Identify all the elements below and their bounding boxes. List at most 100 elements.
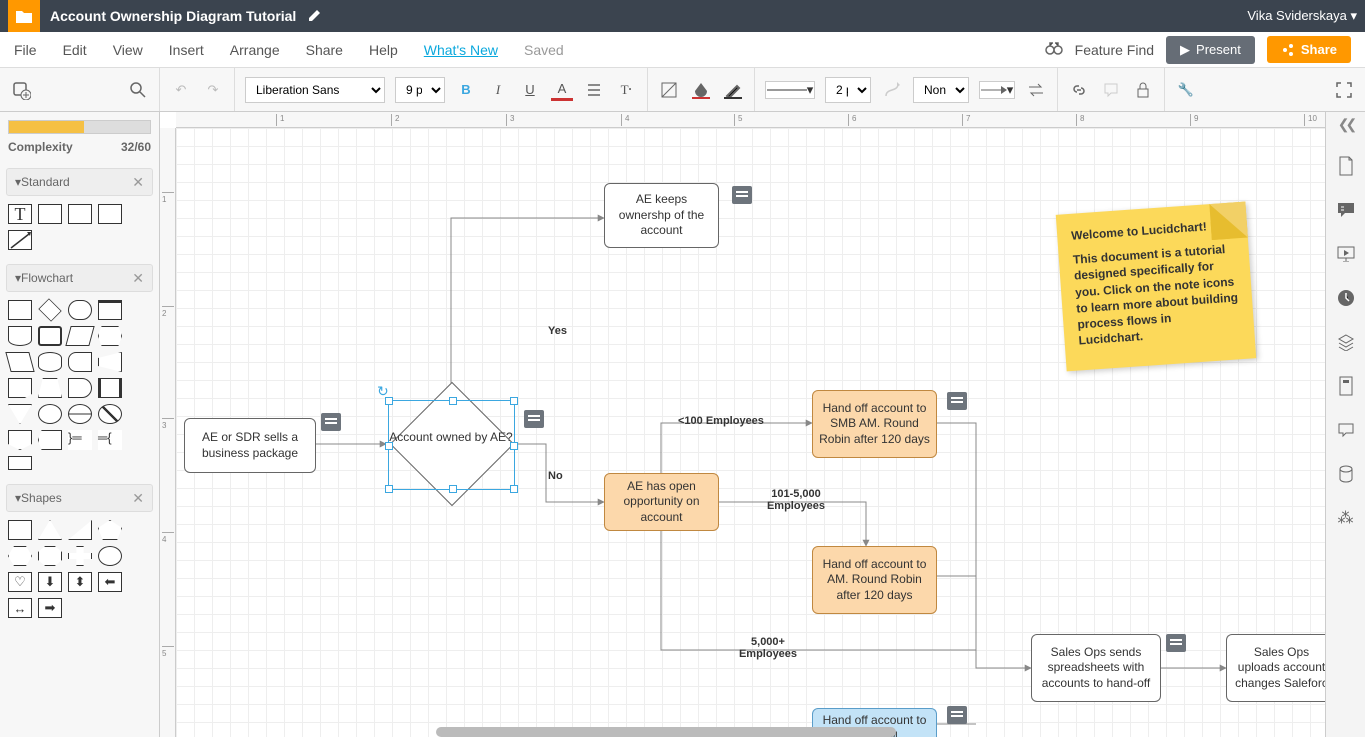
canvas-area[interactable]: 12345678910 12345 — [160, 112, 1325, 737]
rename-icon[interactable] — [308, 8, 322, 25]
shape-cross[interactable] — [68, 546, 92, 566]
shape-delay[interactable] — [68, 352, 92, 372]
document-title[interactable]: Account Ownership Diagram Tutorial — [50, 8, 296, 24]
node-sales-ops-upload[interactable]: Sales Ops uploads account changes Salefo… — [1226, 634, 1325, 702]
italic-icon[interactable]: I — [487, 79, 509, 101]
shape-sum[interactable] — [68, 404, 92, 424]
comments-icon[interactable] — [1335, 199, 1357, 221]
fullscreen-icon[interactable] — [1333, 79, 1355, 101]
note-icon[interactable] — [947, 706, 967, 724]
shape-io[interactable] — [5, 352, 34, 372]
welcome-sticky-note[interactable]: Welcome to Lucidchart! This document is … — [1056, 202, 1257, 372]
user-menu[interactable]: Vika Sviderskaya ▾ — [1247, 8, 1357, 24]
shape-cloud[interactable] — [98, 546, 122, 566]
shape-brace-left[interactable]: ═{ — [98, 430, 122, 450]
note-icon[interactable] — [732, 186, 752, 204]
arrow-end-select[interactable]: ▾ — [979, 81, 1015, 99]
shape-or[interactable] — [98, 404, 122, 424]
bold-icon[interactable]: B — [455, 79, 477, 101]
align-icon[interactable] — [583, 79, 605, 101]
text-color-icon[interactable]: A — [551, 79, 573, 101]
wrench-icon[interactable]: 🔧 — [1175, 79, 1197, 101]
node-keep-owner[interactable]: AE keeps ownershp of the account — [604, 183, 719, 248]
shape-hexagon2[interactable] — [8, 546, 32, 566]
share-button[interactable]: Share — [1267, 36, 1351, 63]
shape-block[interactable] — [98, 204, 122, 224]
node-open-opportunity[interactable]: AE has open opportunity on account — [604, 473, 719, 531]
layers-icon[interactable] — [1335, 331, 1357, 353]
master-icon[interactable] — [1335, 375, 1357, 397]
note-icon[interactable] — [321, 413, 341, 431]
font-size-select[interactable]: 9 pt — [395, 77, 445, 103]
chat-icon[interactable] — [1335, 419, 1357, 441]
panel-shapes[interactable]: ▾ Shapes✕ — [6, 484, 153, 512]
shape-line[interactable] — [8, 230, 32, 250]
shape-note[interactable] — [68, 204, 92, 224]
menu-arrange[interactable]: Arrange — [230, 42, 280, 58]
shape-octagon[interactable] — [38, 546, 62, 566]
shape-database[interactable] — [38, 352, 62, 372]
rotate-handle[interactable]: ↻ — [377, 383, 389, 400]
menu-whats-new[interactable]: What's New — [424, 42, 498, 58]
shape-arrow-updown[interactable]: ⬍ — [68, 572, 92, 592]
shape-process[interactable] — [8, 300, 32, 320]
close-icon[interactable]: ✕ — [132, 174, 144, 191]
shape-document[interactable] — [8, 326, 32, 346]
node-decision[interactable]: Account owned by AE? — [386, 400, 516, 488]
shape-rect[interactable] — [38, 204, 62, 224]
feature-find-label[interactable]: Feature Find — [1075, 42, 1154, 58]
close-icon[interactable]: ✕ — [132, 270, 144, 287]
search-icon[interactable] — [127, 79, 149, 101]
shape-card[interactable] — [8, 378, 32, 398]
node-sales-ops-send[interactable]: Sales Ops sends spreadsheets with accoun… — [1031, 634, 1161, 702]
shape-data[interactable] — [65, 326, 94, 346]
menu-edit[interactable]: Edit — [63, 42, 87, 58]
shape-pentagon[interactable] — [98, 520, 122, 540]
shape-brace-right[interactable]: }═ — [68, 430, 92, 450]
shape-triangle[interactable] — [38, 520, 62, 540]
fill-color-icon[interactable] — [690, 79, 712, 101]
horizontal-scrollbar[interactable] — [436, 727, 896, 737]
shape-heart[interactable]: ♡ — [8, 572, 32, 592]
note-icon[interactable] — [1166, 634, 1186, 652]
shape-rtriangle[interactable] — [68, 520, 92, 540]
collapse-dock-icon[interactable]: ❮❮ — [1338, 116, 1353, 133]
border-color-icon[interactable] — [722, 79, 744, 101]
history-icon[interactable] — [1335, 287, 1357, 309]
folder-icon[interactable] — [8, 0, 40, 32]
shape-manual[interactable] — [38, 378, 62, 398]
lock-icon[interactable] — [1132, 79, 1154, 101]
redo-icon[interactable]: ↷ — [202, 79, 224, 101]
shape-hexagon[interactable] — [98, 326, 122, 346]
shape-stored[interactable] — [38, 430, 62, 450]
shape-arrow-left[interactable]: ⬅ — [98, 572, 122, 592]
page-icon[interactable] — [1335, 155, 1357, 177]
line-shape-icon[interactable] — [881, 79, 903, 101]
panel-flowchart[interactable]: ▾ Flowchart✕ — [6, 264, 153, 292]
shape-small[interactable] — [8, 456, 32, 470]
shape-terminator[interactable] — [68, 300, 92, 320]
menu-share[interactable]: Share — [306, 42, 343, 58]
shape-connector[interactable] — [38, 404, 62, 424]
shape-predefined[interactable] — [98, 300, 122, 320]
undo-icon[interactable]: ↶ — [170, 79, 192, 101]
note-icon[interactable] — [524, 410, 544, 428]
present-button[interactable]: ▶ Present — [1166, 36, 1255, 64]
line-style-select[interactable]: ▾ — [765, 81, 815, 99]
menu-file[interactable]: File — [14, 42, 37, 58]
shape-internal[interactable] — [98, 378, 122, 398]
shape-arrow-down[interactable]: ⬇ — [38, 572, 62, 592]
shape-merge[interactable] — [8, 404, 32, 424]
menu-view[interactable]: View — [113, 42, 143, 58]
shape-text[interactable]: T — [8, 204, 32, 224]
shape-decision[interactable] — [38, 298, 61, 321]
line-width-select[interactable]: 2 px — [825, 77, 871, 103]
shape-offpage[interactable] — [8, 430, 32, 450]
swap-arrows-icon[interactable] — [1025, 79, 1047, 101]
arrow-start-select[interactable]: None — [913, 77, 969, 103]
comment-icon[interactable] — [1100, 79, 1122, 101]
underline-icon[interactable]: U — [519, 79, 541, 101]
node-start[interactable]: AE or SDR sells a business package — [184, 418, 316, 473]
shape-arrow-lr[interactable]: ↔ — [8, 598, 32, 618]
data-icon[interactable] — [1335, 463, 1357, 485]
